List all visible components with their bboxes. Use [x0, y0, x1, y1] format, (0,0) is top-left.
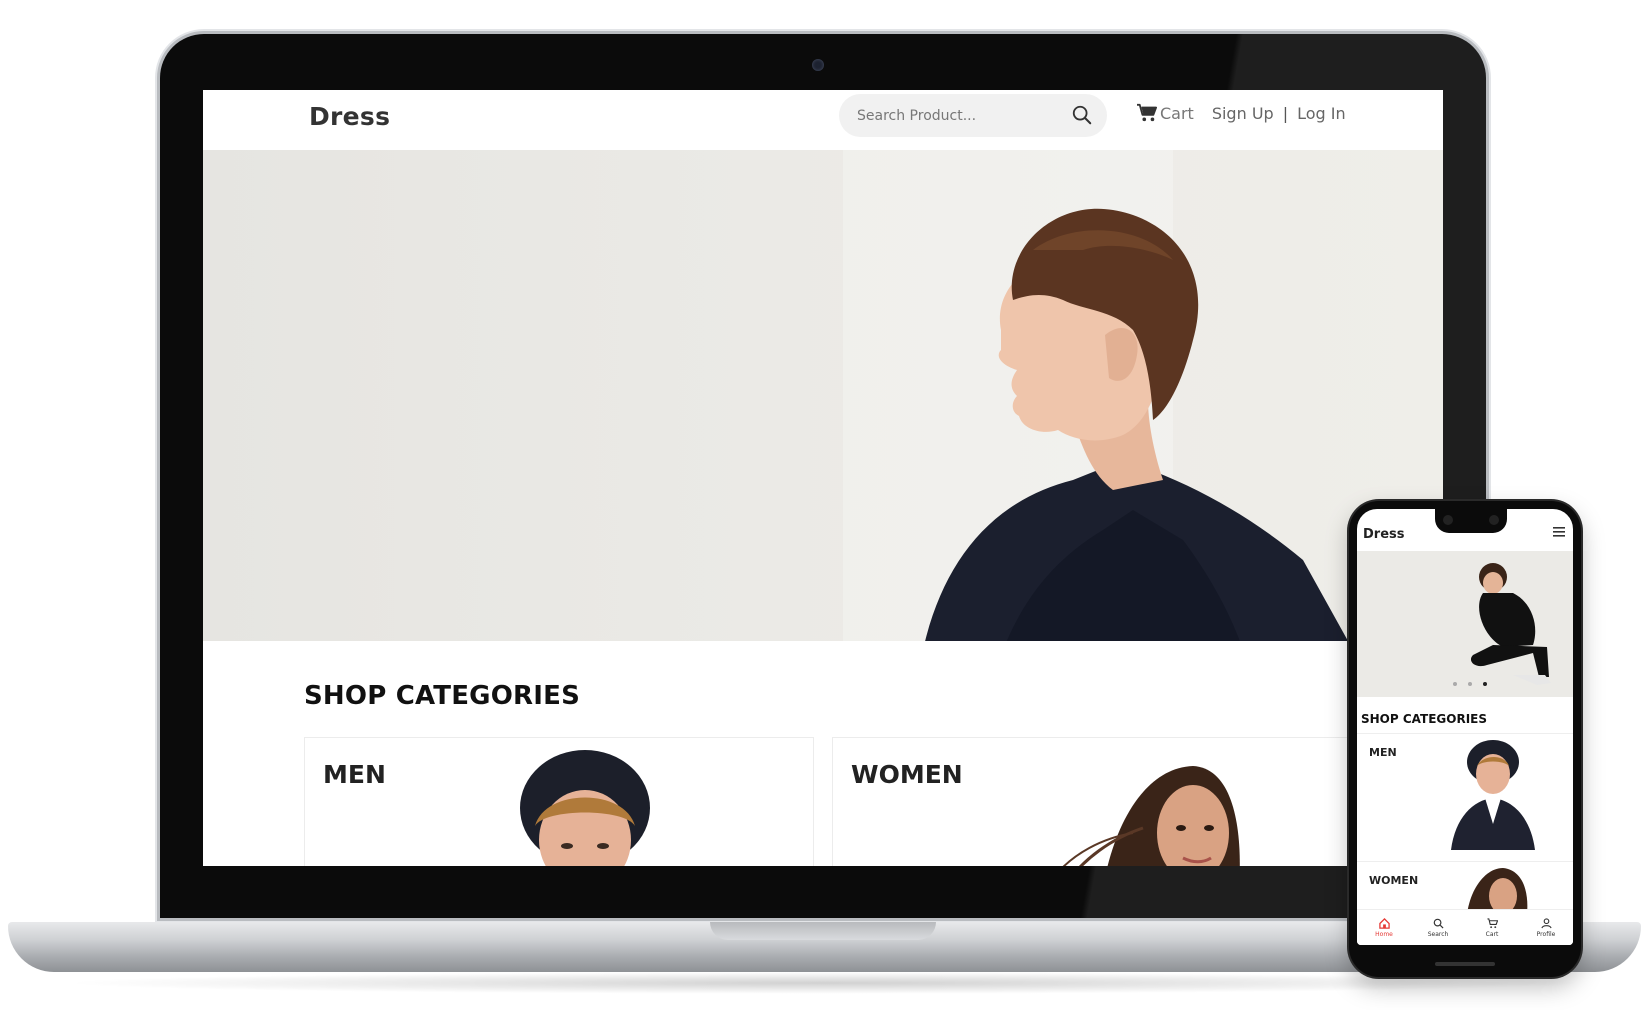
tab-label: Search [1427, 930, 1449, 938]
mobile-hero-carousel[interactable] [1357, 551, 1573, 697]
laptop-camera [812, 59, 824, 71]
mobile-women-category-image [1467, 868, 1528, 914]
nav-separator: | [1282, 103, 1289, 123]
phone-home-indicator [1435, 962, 1495, 966]
category-card-women[interactable]: WOMEN [832, 737, 1352, 866]
category-card-men[interactable]: MEN [304, 737, 814, 866]
shop-categories: SHOP CATEGORIES MEN WOMEN [203, 641, 1443, 866]
brand-logo[interactable]: Dress [309, 102, 390, 131]
phone-notch [1435, 509, 1507, 533]
tab-home[interactable]: Home [1357, 917, 1411, 938]
men-category-image [520, 750, 650, 866]
signup-link[interactable]: Sign Up [1212, 104, 1274, 123]
phone-frame: Dress SHOP CATEGORIES MEN WOMEN Home Sea… [1349, 501, 1581, 977]
cart-link[interactable]: Cart [1136, 103, 1194, 123]
search-bar [839, 94, 1107, 137]
tab-label: Home [1375, 930, 1393, 938]
search-icon[interactable] [1071, 104, 1093, 126]
carousel-dot-active[interactable] [1483, 682, 1487, 686]
mobile-carousel-dots [1453, 682, 1487, 686]
mobile-category-card-men[interactable]: MEN [1357, 733, 1573, 851]
category-label: MEN [1369, 746, 1397, 759]
mobile-men-category-image [1451, 740, 1535, 850]
profile-icon [1540, 917, 1552, 928]
mobile-hero-model-image [1470, 563, 1551, 685]
login-link[interactable]: Log In [1297, 104, 1346, 123]
hamburger-menu-icon[interactable] [1553, 527, 1565, 537]
mobile-section-title: SHOP CATEGORIES [1361, 712, 1487, 726]
section-title: SHOP CATEGORIES [304, 681, 580, 711]
tab-label: Profile [1536, 930, 1556, 938]
cart-label: Cart [1160, 103, 1194, 123]
category-label: WOMEN [1369, 874, 1419, 887]
site-header: Dress Cart Sign Up | Log In [203, 90, 1443, 150]
women-category-image [1062, 766, 1240, 866]
tab-label: Cart [1485, 930, 1499, 938]
carousel-dot[interactable] [1468, 682, 1472, 686]
category-label: MEN [323, 760, 386, 789]
search-input[interactable] [857, 107, 1057, 124]
tab-search[interactable]: Search [1411, 918, 1465, 938]
home-icon [1378, 917, 1390, 929]
laptop-opening-notch [710, 922, 936, 940]
desktop-screen: Dress Cart Sign Up | Log In [203, 90, 1443, 866]
mobile-brand-logo[interactable]: Dress [1363, 527, 1405, 542]
header-nav: Cart Sign Up | Log In [1136, 103, 1346, 123]
mobile-screen: Dress SHOP CATEGORIES MEN WOMEN Home Sea… [1357, 509, 1573, 945]
search-icon [1433, 918, 1444, 929]
tab-cart[interactable]: Cart [1465, 917, 1519, 938]
mobile-bottom-tabbar: Home Search Cart Profile [1357, 909, 1573, 945]
cart-icon [1137, 103, 1157, 122]
hero-model-image [925, 208, 1348, 641]
hero-carousel[interactable] [203, 150, 1443, 641]
cart-icon [1486, 917, 1498, 928]
carousel-dot[interactable] [1453, 682, 1457, 686]
category-label: WOMEN [851, 760, 963, 789]
tab-profile[interactable]: Profile [1519, 917, 1573, 938]
